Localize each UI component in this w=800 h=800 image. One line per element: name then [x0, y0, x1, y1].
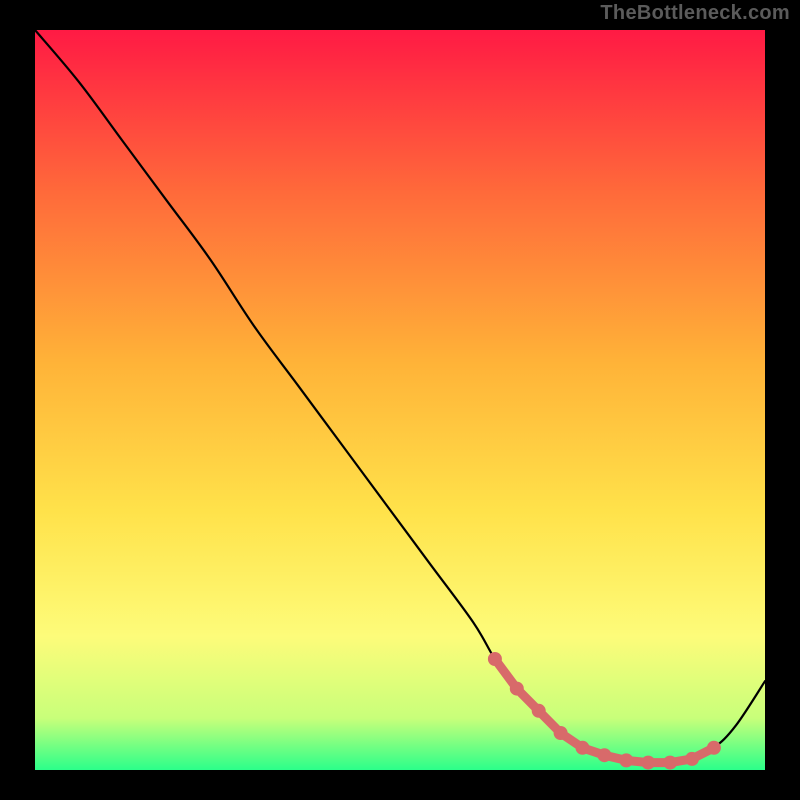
highlight-dot — [707, 741, 721, 755]
highlight-dot — [554, 726, 568, 740]
highlight-dot — [663, 756, 677, 770]
highlight-dot — [597, 748, 611, 762]
highlight-dot — [510, 682, 524, 696]
bottleneck-chart — [0, 0, 800, 800]
highlight-dot — [619, 753, 633, 767]
watermark-text: TheBottleneck.com — [600, 2, 790, 25]
highlight-dot — [532, 704, 546, 718]
highlight-dot — [488, 652, 502, 666]
highlight-dot — [576, 741, 590, 755]
highlight-dot — [641, 756, 655, 770]
chart-stage: TheBottleneck.com — [0, 0, 800, 800]
gradient-background — [35, 30, 765, 770]
highlight-dot — [685, 752, 699, 766]
